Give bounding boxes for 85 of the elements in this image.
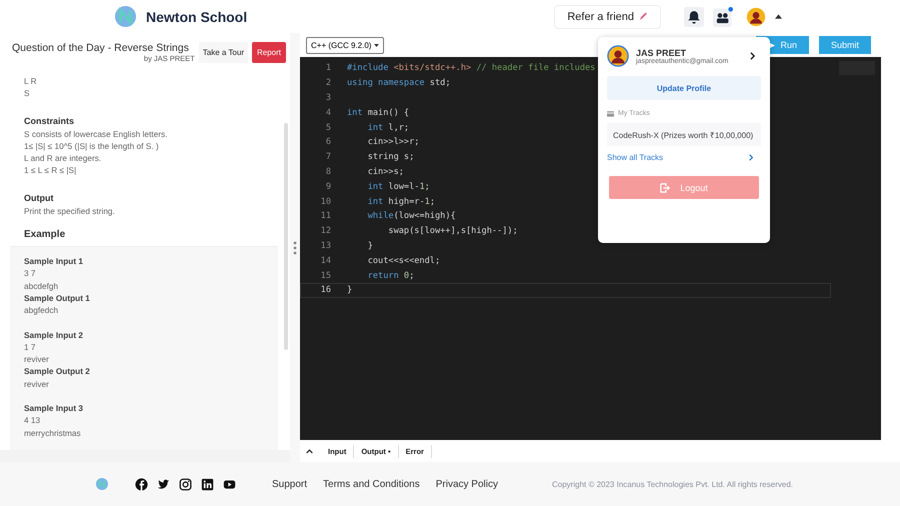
chevron-up-icon[interactable] (306, 448, 313, 454)
line-number: 13 (320, 240, 332, 251)
code-line: while(low<=high){ (366, 211, 456, 222)
line-number: 14 (320, 256, 332, 266)
sample-text: merrychristmas (24, 426, 82, 439)
chevron-right-icon[interactable] (750, 52, 755, 60)
update-profile-button[interactable]: Update Profile (607, 76, 761, 100)
copyright-text: Copyright © 2023 Incanus Technologies Pvt. Ltd. All rights reserved. (552, 480, 793, 488)
section-heading: Output (24, 192, 54, 205)
section-text: L and R are integers. (24, 152, 102, 164)
input-format-line: S (24, 87, 31, 100)
line-number: 4 (324, 108, 332, 118)
sample-text: 3 7 (24, 267, 37, 280)
sample-label: Sample Input 1 (24, 255, 84, 268)
sample-text: 1 7 (24, 340, 37, 354)
problem-title: Question of the Day - Reverse Strings (12, 42, 190, 54)
bird-icon[interactable] (157, 478, 170, 490)
caret-icon[interactable] (775, 14, 782, 19)
logo-icon (114, 5, 137, 28)
code-line: cout<<s<<endl; (366, 256, 440, 266)
code-line: swap(s[low++],s[high--]); (387, 226, 518, 236)
line-number: 16 (320, 285, 332, 296)
report-button[interactable]: Report (252, 42, 286, 62)
sample-text: abcdefgh (24, 280, 60, 292)
code-line: int high=r-1; (366, 196, 435, 207)
code-line: int l,r; (366, 122, 410, 133)
code-line: } (366, 240, 373, 251)
sample-label: Sample Input 2 (24, 328, 84, 341)
logout-icon (660, 182, 670, 192)
linkedin-icon[interactable] (201, 478, 214, 490)
drag-handle-icon[interactable] (293, 240, 297, 254)
code-line: cin>>l>>r; (366, 137, 420, 148)
sample-label: Sample Input 3 (24, 402, 84, 414)
language-dropdown[interactable]: C++ (GCC 9.2.0) (306, 36, 384, 54)
card-icon (607, 110, 614, 116)
line-number: 7 (324, 152, 332, 162)
facebook-icon[interactable] (135, 478, 148, 490)
sample-label: Sample Output 2 (24, 365, 91, 378)
sample-text: 4 13 (24, 414, 42, 427)
line-number: 11 (320, 211, 332, 222)
take-tour-button[interactable]: Take a Tour (198, 42, 248, 62)
line-number: 1 (324, 63, 332, 74)
sample-text: reviver (24, 378, 50, 390)
section-text: Print the specified string. (24, 204, 116, 218)
line-number: 8 (324, 166, 332, 177)
line-number: 2 (324, 78, 332, 88)
scrollbar[interactable] (284, 123, 288, 350)
sample-text: abgfedch (24, 304, 60, 317)
line-number: 9 (324, 182, 332, 192)
footer-link[interactable]: Support (272, 478, 308, 490)
line-number: 3 (324, 92, 332, 103)
code-line: string s; (366, 152, 414, 162)
code-line: #include <bits/stdc++.h> // header file includes (347, 63, 596, 74)
footer-link[interactable]: Privacy Policy (436, 478, 498, 490)
video-play-icon[interactable] (223, 478, 236, 490)
code-line: return 0; (366, 270, 414, 281)
brand-name: Newton School (146, 8, 248, 24)
section-text: S consists of lowercase English letters. (24, 128, 168, 140)
avatar-icon[interactable] (746, 6, 766, 26)
line-number: 15 (320, 270, 332, 281)
user-name: JAS PREET (636, 48, 686, 58)
track-item[interactable]: CodeRush-X (Prizes worth ₹10,00,000) (607, 123, 761, 146)
footer-link[interactable]: Terms and Conditions (323, 478, 420, 490)
code-line: int low=l-1; (366, 182, 430, 192)
people-icon[interactable] (713, 6, 733, 26)
bell-icon[interactable] (684, 6, 704, 26)
section-heading: Constraints (24, 114, 76, 128)
input-format-line: L R (24, 75, 38, 88)
avatar-icon (607, 45, 629, 67)
refer-button[interactable]: Refer a friend (554, 4, 661, 28)
section-text: 1 ≤ L ≤ R ≤ |S| (24, 164, 78, 177)
code-line: cin>>s; (366, 166, 404, 177)
code-line: using namespace std; (347, 78, 450, 88)
sample-label: Sample Output 1 (24, 292, 91, 304)
line-number: 12 (320, 226, 332, 236)
line-number: 5 (324, 122, 332, 133)
section-text: 1≤ |S| ≤ 10^5 (|S| is the length of S. ) (24, 140, 160, 152)
instagram-icon[interactable] (179, 478, 192, 490)
line-number: 6 (324, 137, 332, 148)
line-number: 10 (320, 196, 332, 207)
code-line: } (347, 285, 352, 296)
show-all-tracks-link[interactable]: Show all Tracks (607, 153, 664, 162)
caret-icon (374, 44, 380, 47)
sample-text: reviver (24, 353, 50, 366)
code-line: int main() { (347, 108, 410, 118)
